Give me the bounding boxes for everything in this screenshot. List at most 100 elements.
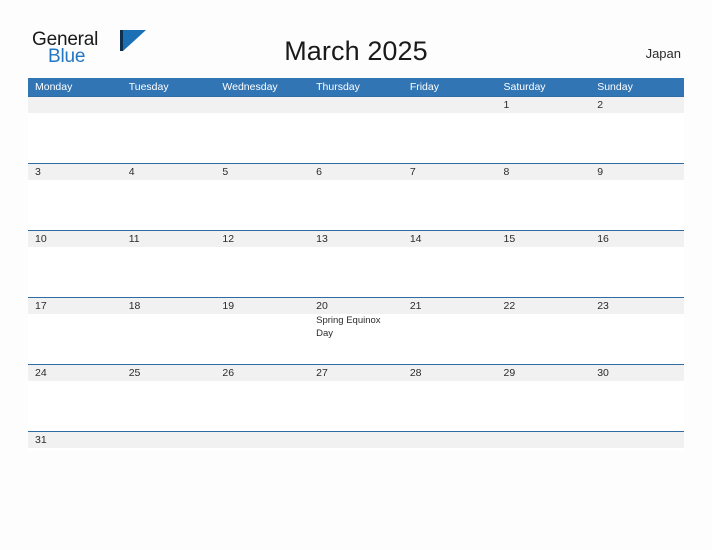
- day-number: 27: [316, 367, 328, 379]
- day-number: 5: [222, 166, 229, 178]
- day-number: 14: [409, 233, 422, 245]
- day-number: 26: [222, 367, 235, 379]
- day-number: 22: [503, 300, 516, 312]
- day-number-band: [309, 432, 403, 448]
- day-of-week-header-wednesday: Wednesday: [222, 81, 278, 93]
- calendar-day-cell-24[interactable]: 24: [28, 365, 122, 431]
- day-number-band: [309, 164, 403, 180]
- calendar-day-cell-30[interactable]: 30: [590, 365, 684, 431]
- day-number-band: [402, 164, 497, 180]
- calendar-day-cell-3[interactable]: 3: [28, 164, 122, 230]
- calendar-day-cell-1[interactable]: 1: [496, 97, 591, 163]
- day-number-band: [28, 97, 122, 113]
- day-number: 7: [409, 166, 416, 178]
- calendar-day-cell-10[interactable]: 10: [28, 231, 122, 297]
- calendar-day-cell-14[interactable]: 14: [402, 231, 497, 297]
- day-of-week-header-row: Monday Tuesday Wednesday Thursday Friday Satu…: [28, 78, 684, 96]
- day-number: 30: [597, 367, 609, 379]
- calendar-day-cell-empty: [215, 97, 310, 163]
- calendar-day-cell-17[interactable]: 17: [28, 298, 122, 364]
- day-number: 19: [222, 300, 235, 312]
- day-number-band: [496, 432, 591, 448]
- day-number: 6: [316, 166, 322, 178]
- day-number: 21: [409, 300, 422, 312]
- day-number: 4: [128, 166, 135, 178]
- calendar-day-cell-22[interactable]: 22: [496, 298, 591, 364]
- day-number: 13: [316, 233, 328, 245]
- calendar-day-cell-empty: [121, 432, 216, 451]
- day-number: 24: [35, 367, 47, 379]
- calendar-week-row: 31: [28, 431, 684, 451]
- day-number-band: [28, 164, 122, 180]
- calendar-day-cell-13[interactable]: 13: [309, 231, 403, 297]
- calendar-day-cell-23[interactable]: 23: [590, 298, 684, 364]
- calendar-day-cell-20[interactable]: 20 Spring Equinox Day: [309, 298, 403, 364]
- day-number: 23: [597, 300, 609, 312]
- calendar-day-cell-19[interactable]: 19: [215, 298, 310, 364]
- day-number: 20: [316, 300, 328, 312]
- calendar-week-row: 17 18 19 20 Spring Equinox Day 21 22 23: [28, 297, 684, 364]
- calendar-day-cell-11[interactable]: 11: [121, 231, 216, 297]
- day-number: 9: [597, 166, 604, 178]
- day-event-label: Spring Equinox Day: [316, 315, 381, 339]
- day-number-band: [590, 164, 684, 180]
- calendar-day-cell-empty: [121, 97, 216, 163]
- day-number-band: [496, 97, 591, 113]
- day-number: 31: [35, 434, 47, 446]
- day-number: 25: [128, 367, 141, 379]
- day-number: 16: [597, 233, 609, 245]
- calendar-day-cell-4[interactable]: 4: [121, 164, 216, 230]
- calendar-week-row: 10 11 12 13 14 15 16: [28, 230, 684, 297]
- day-number: 15: [503, 233, 516, 245]
- day-number-band: [590, 432, 684, 448]
- calendar-day-cell-5[interactable]: 5: [215, 164, 310, 230]
- region-label: Japan: [645, 46, 681, 61]
- day-number-band: [121, 164, 216, 180]
- day-number-band: [402, 432, 497, 448]
- calendar-day-cell-25[interactable]: 25: [121, 365, 216, 431]
- calendar-day-cell-empty: [215, 432, 310, 451]
- day-number-band: [309, 97, 403, 113]
- calendar-day-cell-empty: [402, 97, 497, 163]
- calendar-day-cell-2[interactable]: 2: [590, 97, 684, 163]
- day-number-band: [215, 164, 310, 180]
- calendar-week-row: 12: [28, 96, 684, 163]
- calendar-day-cell-21[interactable]: 21: [402, 298, 497, 364]
- calendar-day-cell-18[interactable]: 18: [121, 298, 216, 364]
- day-number: 12: [222, 233, 235, 245]
- day-number: 18: [128, 300, 141, 312]
- day-number: 28: [409, 367, 422, 379]
- day-of-week-header-monday: Monday: [35, 81, 73, 93]
- calendar-day-cell-6[interactable]: 6: [309, 164, 403, 230]
- calendar-day-cell-8[interactable]: 8: [496, 164, 591, 230]
- calendar-day-cell-empty: [28, 97, 122, 163]
- day-of-week-header-tuesday: Tuesday: [128, 81, 169, 93]
- calendar-day-cell-12[interactable]: 12: [215, 231, 310, 297]
- calendar-day-cell-27[interactable]: 27: [309, 365, 403, 431]
- calendar-day-cell-empty: [402, 432, 497, 451]
- day-number: 2: [597, 99, 604, 111]
- calendar-day-cell-29[interactable]: 29: [496, 365, 591, 431]
- day-number: 8: [503, 166, 510, 178]
- calendar-day-cell-26[interactable]: 26: [215, 365, 310, 431]
- calendar-day-cell-9[interactable]: 9: [590, 164, 684, 230]
- day-number: 17: [35, 300, 47, 312]
- calendar-day-cell-15[interactable]: 15: [496, 231, 591, 297]
- day-number: 11: [128, 233, 140, 245]
- day-of-week-header-friday: Friday: [409, 81, 439, 93]
- calendar-day-cell-empty: [590, 432, 684, 451]
- calendar-weeks: 1 2 3 4 5 6 7 8 9 10 11 12 13 14 15 16 17 18 19 20 Spring Eq…: [28, 96, 684, 451]
- day-number: 29: [503, 367, 516, 379]
- day-number-band: [121, 97, 216, 113]
- calendar-day-cell-16[interactable]: 16: [590, 231, 684, 297]
- day-number-band: [121, 432, 216, 448]
- page-title: March 2025: [284, 36, 428, 66]
- calendar-week-row: 24 25 26 27 28 29 30: [28, 364, 684, 431]
- day-number-band: [215, 432, 310, 448]
- calendar-day-cell-28[interactable]: 28: [402, 365, 497, 431]
- calendar-day-cell-31[interactable]: 31: [28, 432, 122, 451]
- day-number: 3: [35, 166, 41, 178]
- calendar-day-cell-empty: [309, 97, 403, 163]
- day-number: 10: [35, 233, 47, 245]
- calendar-day-cell-7[interactable]: 7: [402, 164, 497, 230]
